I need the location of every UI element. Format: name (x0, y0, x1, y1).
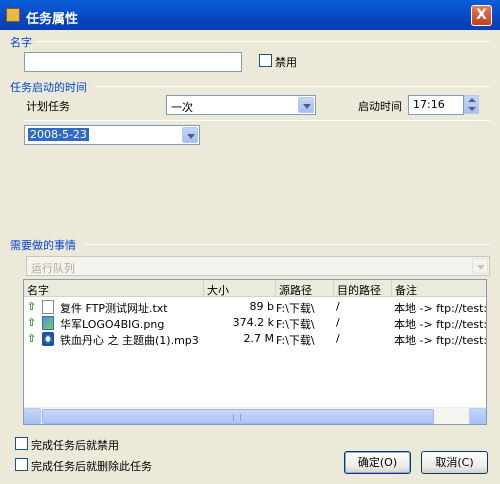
upload-arrow-icon: ⇧ (27, 316, 37, 329)
schedule-value: 一次 (171, 101, 193, 114)
row-source: F:\下载\ (276, 302, 315, 315)
scroll-thumb[interactable] (42, 409, 434, 424)
text-file-icon (42, 300, 54, 314)
scroll-right-icon[interactable] (469, 408, 486, 424)
row-size: 2.7 M (243, 332, 274, 345)
row-name: 铁血丹心 之 主题曲(1).mp3 (60, 334, 199, 347)
chevron-down-icon (472, 258, 488, 274)
todo-section-label: 需要做的事情 (10, 239, 76, 252)
date-value: 2008-5-23 (28, 128, 89, 141)
disable-checkbox[interactable] (259, 54, 272, 67)
column-header-note[interactable]: 备注 (392, 280, 486, 297)
delete-after-checkbox[interactable] (15, 458, 28, 471)
image-file-icon (42, 316, 54, 330)
upload-arrow-icon: ⇧ (27, 332, 37, 345)
disable-after-label: 完成任务后就禁用 (31, 439, 119, 452)
delete-after-label: 完成任务后就删除此任务 (31, 460, 152, 473)
schedule-label: 计划任务 (26, 100, 70, 113)
column-header-dest[interactable]: 目的路径 (334, 280, 392, 297)
title-bar[interactable]: 任务属性 X (0, 0, 500, 30)
divider (35, 41, 490, 42)
row-note: 本地 -> ftp://test:* (394, 302, 486, 315)
table-row[interactable]: ⇧ 复件 FTP测试网址.txt 89 b F:\下载\ / 本地 -> ftp… (24, 299, 486, 315)
column-header-source[interactable]: 源路径 (276, 280, 334, 297)
divider (85, 244, 490, 245)
schedule-select[interactable]: 一次 (166, 95, 316, 115)
row-name: 华军LOGO4BIG.png (60, 318, 165, 331)
start-time-label: 启动时间 (358, 100, 402, 113)
horizontal-scrollbar[interactable] (24, 407, 486, 424)
table-row[interactable]: ⇧ 华军LOGO4BIG.png 374.2 k F:\下载\ / 本地 -> … (24, 315, 486, 331)
row-dest: / (336, 332, 340, 345)
action-value: 运行队列 (31, 262, 75, 275)
start-section-label: 任务启动的时间 (10, 81, 87, 94)
row-size: 89 b (249, 300, 274, 313)
close-button[interactable]: X (471, 5, 492, 26)
task-list[interactable]: 名字 大小 源路径 目的路径 备注 ⇧ 复件 FTP测试网址.txt 89 b … (23, 279, 487, 425)
audio-file-icon (42, 332, 54, 346)
list-header: 名字 大小 源路径 目的路径 备注 (24, 280, 486, 297)
spin-up-icon[interactable] (465, 96, 478, 105)
divider (23, 120, 490, 121)
spin-down-icon[interactable] (465, 105, 478, 114)
row-dest: / (336, 300, 340, 313)
row-note: 本地 -> ftp://test:* (394, 334, 486, 347)
row-size: 374.2 k (232, 316, 274, 329)
row-dest: / (336, 316, 340, 329)
app-icon (6, 8, 20, 22)
column-header-size[interactable]: 大小 (204, 280, 276, 297)
action-select: 运行队列 (26, 256, 490, 276)
upload-arrow-icon: ⇧ (27, 300, 37, 313)
disable-label: 禁用 (275, 56, 297, 69)
date-picker[interactable]: 2008-5-23 (24, 125, 200, 145)
name-section-label: 名字 (10, 36, 32, 49)
window-title: 任务属性 (26, 12, 79, 27)
time-spinner[interactable] (464, 95, 479, 114)
disable-after-checkbox[interactable] (15, 437, 28, 450)
table-row[interactable]: ⇧ 铁血丹心 之 主题曲(1).mp3 2.7 M F:\下载\ / 本地 ->… (24, 331, 486, 347)
divider (95, 86, 490, 87)
chevron-down-icon[interactable] (298, 97, 314, 113)
cancel-button[interactable]: 取消(C) (421, 451, 488, 474)
name-input[interactable] (24, 52, 242, 72)
column-header-name[interactable]: 名字 (24, 280, 204, 297)
grip-icon (233, 414, 241, 421)
row-note: 本地 -> ftp://test:* (394, 318, 486, 331)
row-source: F:\下载\ (276, 334, 315, 347)
ok-button[interactable]: 确定(O) (344, 451, 411, 474)
row-source: F:\下载\ (276, 318, 315, 331)
chevron-down-icon[interactable] (182, 127, 198, 143)
scroll-left-icon[interactable] (24, 408, 41, 424)
row-name: 复件 FTP测试网址.txt (60, 302, 168, 315)
start-time-input[interactable]: 17:16 (408, 95, 464, 115)
